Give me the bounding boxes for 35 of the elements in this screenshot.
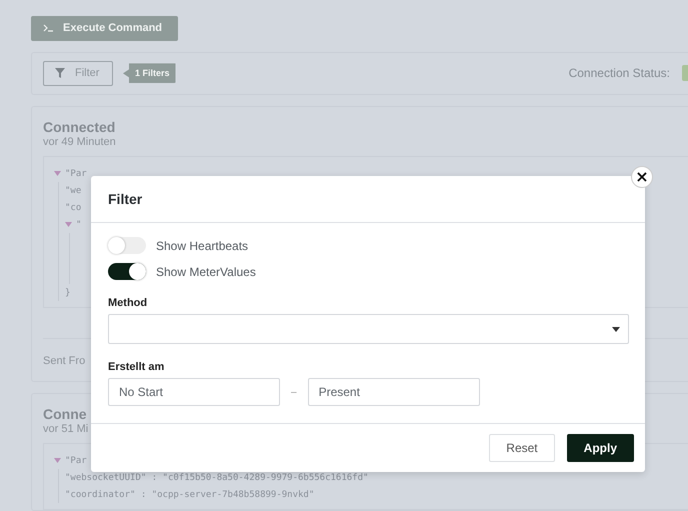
toggle-label: Show MeterValues [156, 264, 256, 278]
json-text: "Par [65, 168, 87, 178]
created-label: Erstellt am [108, 361, 166, 373]
apply-button[interactable]: Apply [566, 434, 634, 462]
event-time: vor 49 Minuten [43, 136, 117, 148]
connection-status-label: Connection Status: [568, 66, 670, 80]
caret-icon [612, 326, 620, 332]
json-text: "websocketUUID" : "c0f15b50-8a50-4289-9979-6b556c1616fd" [65, 472, 368, 482]
terminal-icon [43, 24, 53, 32]
method-select[interactable] [108, 314, 629, 344]
filter-count-badge: 1 Filters [123, 63, 176, 84]
event-time: vor 51 Mi [43, 423, 90, 435]
end-date-field[interactable]: Present [308, 378, 480, 406]
toggle-switch[interactable] [108, 263, 146, 280]
reset-button[interactable]: Reset [489, 434, 555, 462]
json-text: "co [65, 202, 82, 212]
expand-caret-icon[interactable] [54, 171, 61, 176]
toggle-switch[interactable] [108, 237, 146, 254]
funnel-icon [55, 68, 65, 78]
event-title: Conne [43, 406, 88, 423]
expand-caret-icon[interactable] [54, 458, 61, 463]
toggle-label: Show Heartbeats [156, 238, 248, 252]
close-button[interactable]: × [631, 166, 653, 188]
start-date-field[interactable]: No Start [108, 378, 280, 406]
json-text: "we [65, 186, 82, 196]
json-text: "Par [65, 456, 87, 466]
event-title: Connected [43, 119, 116, 136]
dialog-title: Filter [108, 191, 142, 207]
expand-caret-icon[interactable] [65, 222, 72, 227]
range-separator: – [291, 386, 297, 398]
json-text: "coordinator" : "ocpp-server-7b48b58899-9nvkd" [65, 490, 314, 500]
status-indicator [682, 65, 688, 82]
json-text: } [65, 288, 70, 298]
json-text: " [76, 220, 82, 230]
method-label: Method [108, 297, 148, 309]
